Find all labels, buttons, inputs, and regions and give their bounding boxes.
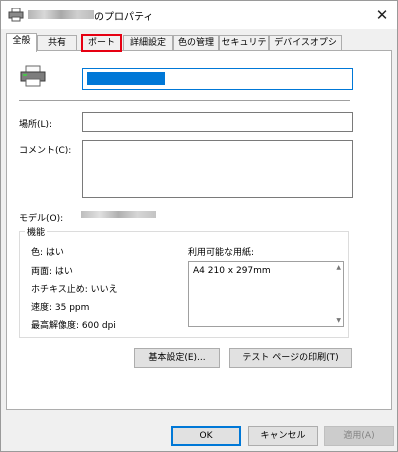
tab-advanced[interactable]: 詳細設定 xyxy=(123,35,173,51)
close-button[interactable]: ✕ xyxy=(367,1,397,29)
feature-duplex: 両面: はい xyxy=(31,267,73,277)
preferences-button[interactable]: 基本設定(E)... xyxy=(134,348,220,368)
feature-color: 色: はい xyxy=(31,248,64,258)
scroll-up-icon[interactable]: ▲ xyxy=(336,264,341,271)
print-test-page-button[interactable]: テスト ページの印刷(T) xyxy=(229,348,352,368)
printer-properties-dialog: のプロパティ ✕ 全般 共有 ポート 詳細設定 色の管理 セキュリティ デバイス… xyxy=(0,0,398,452)
ok-button[interactable]: OK xyxy=(171,426,241,446)
feature-max-resolution: 最高解像度: 600 dpi xyxy=(31,321,116,331)
comment-label: コメント(C): xyxy=(19,146,72,156)
window-title: のプロパティ xyxy=(94,12,154,23)
location-input[interactable] xyxy=(82,112,353,132)
tab-general[interactable]: 全般 xyxy=(6,33,37,52)
model-label: モデル(O): xyxy=(19,214,64,224)
feature-staple: ホチキス止め: いいえ xyxy=(31,285,118,295)
paper-listbox[interactable]: A4 210 x 297mm ▲ ▼ xyxy=(188,261,344,327)
tab-device-options[interactable]: デバイスオプション xyxy=(269,35,342,62)
tab-ports[interactable]: ポート xyxy=(81,34,122,52)
comment-input[interactable] xyxy=(82,140,353,198)
apply-button: 適用(A) xyxy=(324,426,394,446)
printer-icon xyxy=(8,7,24,22)
printer-name-selected-redacted xyxy=(87,72,165,85)
printer-large-icon xyxy=(20,65,46,87)
cancel-button[interactable]: キャンセル xyxy=(248,426,318,446)
model-name-redacted xyxy=(81,211,156,218)
printer-name-redacted xyxy=(28,10,94,19)
tab-security[interactable]: セキュリティ xyxy=(219,35,269,62)
tab-sharing[interactable]: 共有 xyxy=(37,35,77,51)
paper-label: 利用可能な用紙: xyxy=(188,248,255,258)
scroll-down-icon[interactable]: ▼ xyxy=(336,317,341,324)
printer-name-field[interactable] xyxy=(82,68,353,90)
title-bar: のプロパティ ✕ xyxy=(1,1,397,29)
separator xyxy=(19,100,350,101)
tab-color-management[interactable]: 色の管理 xyxy=(173,35,219,51)
feature-speed: 速度: 35 ppm xyxy=(31,303,90,313)
paper-item[interactable]: A4 210 x 297mm xyxy=(193,266,271,276)
location-label: 場所(L): xyxy=(19,120,53,130)
features-title: 機能 xyxy=(25,225,48,238)
